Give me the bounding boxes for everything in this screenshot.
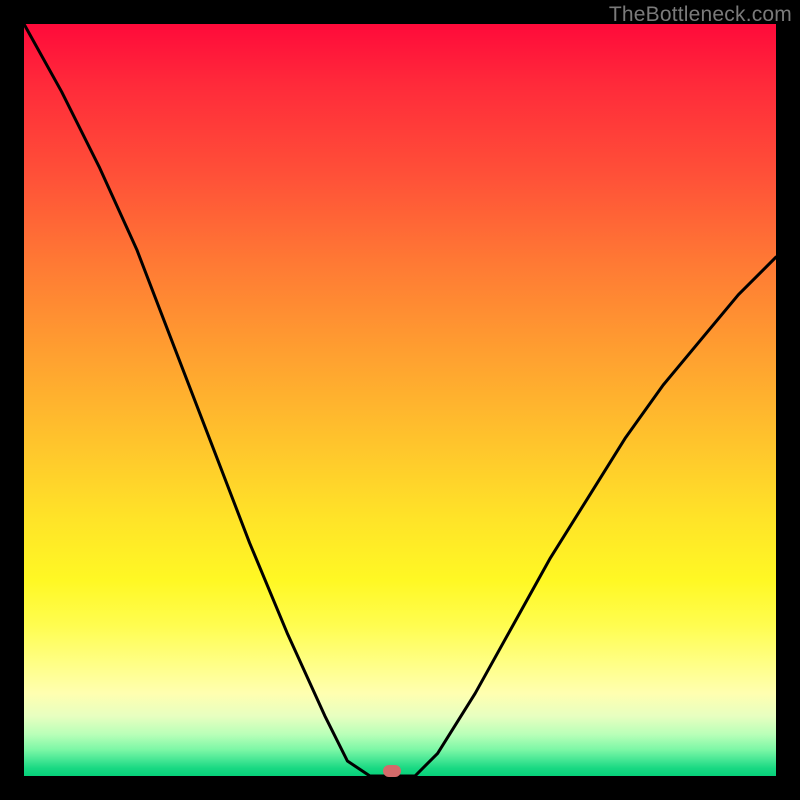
chart-frame: TheBottleneck.com [0,0,800,800]
balance-point-marker [383,765,401,777]
chart-plot-area [24,24,776,776]
watermark-text: TheBottleneck.com [609,3,792,27]
bottleneck-curve [24,24,776,776]
curve-path [24,24,776,776]
